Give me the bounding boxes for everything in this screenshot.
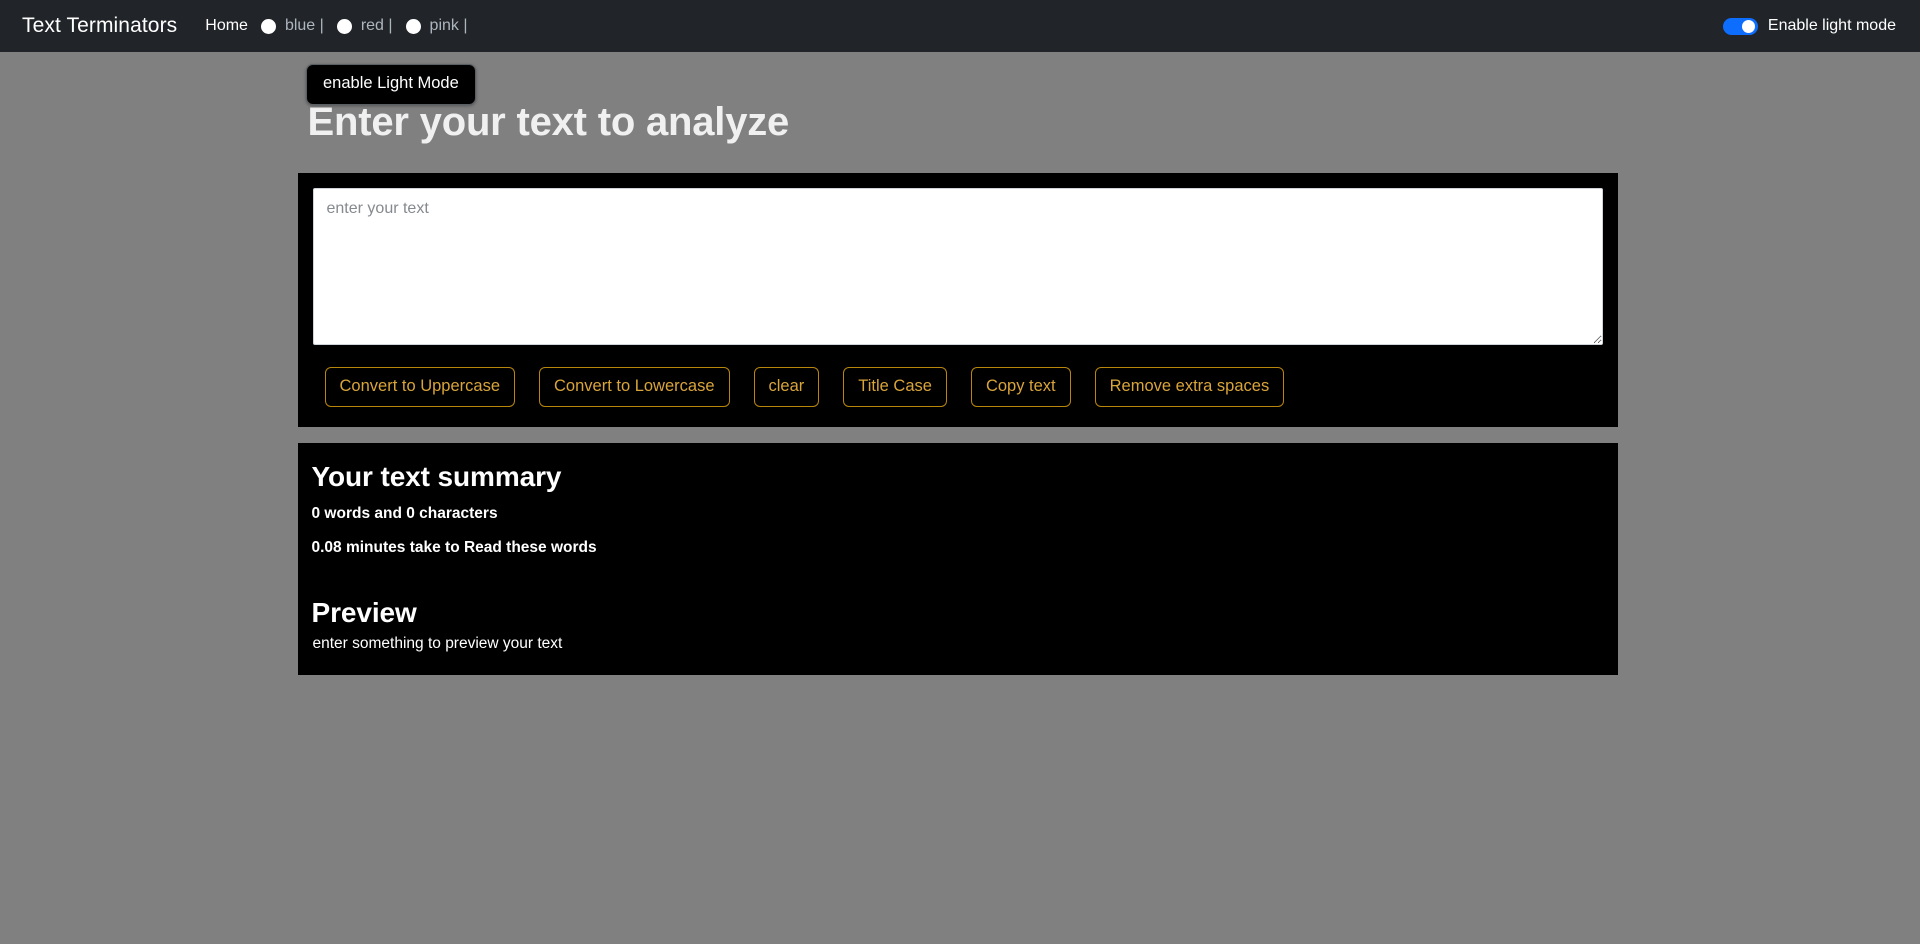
main-container: Enter your text to analyze Convert to Up… bbox=[297, 52, 1623, 675]
light-mode-tooltip: enable Light Mode bbox=[306, 64, 476, 105]
brand-title[interactable]: Text Terminators bbox=[22, 14, 177, 38]
convert-to-uppercase-button[interactable]: Convert to Uppercase bbox=[324, 367, 515, 407]
copy-text-button[interactable]: Copy text bbox=[970, 367, 1071, 407]
clear-button[interactable]: clear bbox=[753, 367, 820, 407]
textarea-wrapper bbox=[312, 188, 1603, 345]
summary-card: Your text summary 0 words and 0 characte… bbox=[297, 442, 1618, 675]
remove-extra-spaces-button[interactable]: Remove extra spaces bbox=[1094, 367, 1285, 407]
radio-icon[interactable] bbox=[405, 18, 421, 34]
theme-option-pink-label[interactable]: pink | bbox=[430, 17, 468, 35]
theme-option-pink[interactable]: pink | bbox=[405, 17, 481, 35]
radio-icon[interactable] bbox=[336, 18, 352, 34]
preview-title: Preview bbox=[311, 596, 417, 628]
convert-to-lowercase-button[interactable]: Convert to Lowercase bbox=[539, 367, 730, 407]
theme-radio-group: blue | red | pink | bbox=[260, 17, 481, 35]
action-button-row: Convert to Uppercase Convert to Lowercas… bbox=[313, 367, 1603, 407]
theme-option-blue[interactable]: blue | bbox=[260, 17, 337, 35]
theme-option-red-label[interactable]: red | bbox=[361, 17, 393, 35]
theme-option-red[interactable]: red | bbox=[336, 17, 406, 35]
read-time: 0.08 minutes take to Read these words bbox=[311, 538, 597, 556]
navbar-right: Enable light mode bbox=[1722, 17, 1896, 35]
word-character-count: 0 words and 0 characters bbox=[311, 504, 498, 522]
theme-option-blue-label[interactable]: blue | bbox=[285, 17, 324, 35]
title-case-button[interactable]: Title Case bbox=[843, 367, 947, 407]
text-input-card: Convert to Uppercase Convert to Lowercas… bbox=[297, 173, 1618, 427]
page-title: Enter your text to analyze bbox=[307, 100, 790, 144]
summary-title: Your text summary bbox=[311, 460, 562, 492]
light-mode-toggle-label[interactable]: Enable light mode bbox=[1768, 17, 1896, 35]
navbar: Text Terminators Home blue | red | pink … bbox=[0, 0, 1920, 52]
text-input[interactable] bbox=[312, 188, 1603, 345]
light-mode-toggle[interactable] bbox=[1722, 17, 1758, 35]
toggle-knob-icon bbox=[1742, 19, 1756, 33]
nav-item-home[interactable]: Home bbox=[205, 17, 248, 35]
nav-links: Home blue | red | pink | bbox=[205, 17, 480, 35]
radio-icon[interactable] bbox=[260, 18, 276, 34]
preview-content: enter something to preview your text bbox=[312, 634, 563, 652]
